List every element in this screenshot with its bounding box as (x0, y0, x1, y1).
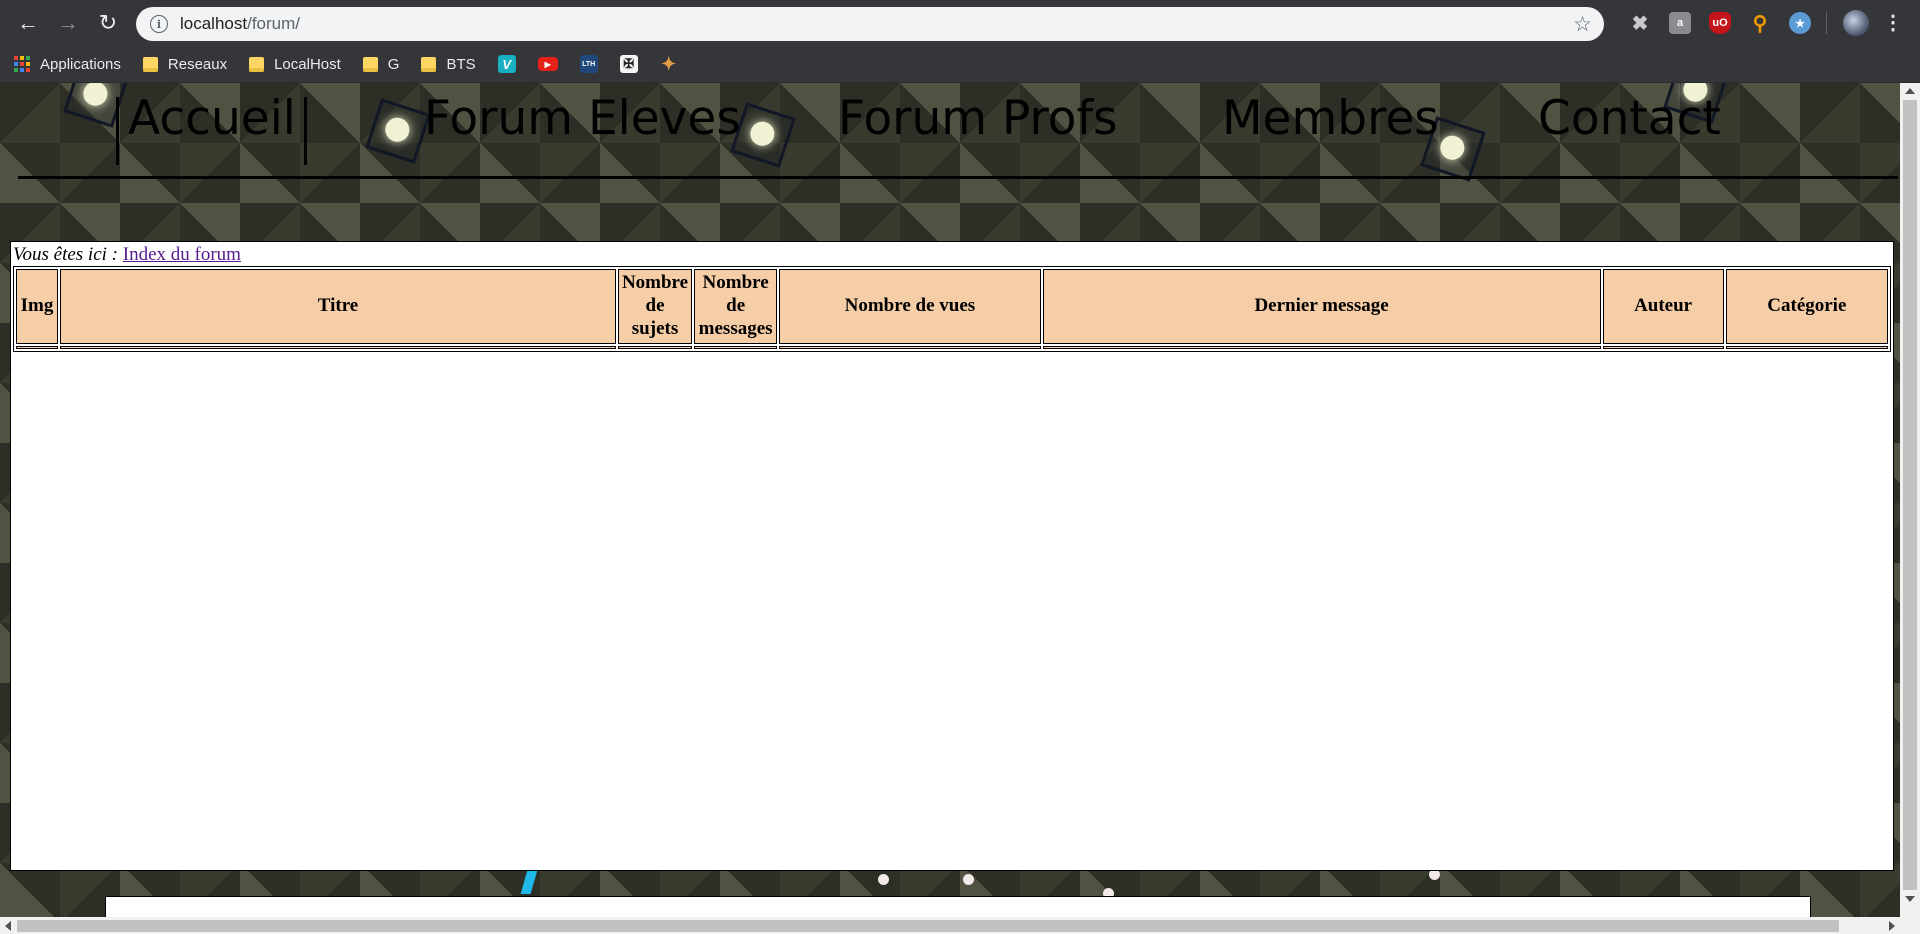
browser-toolbar: ← → ↻ i localhost/forum/ ☆ ✖ a uO ⚲ ★ ⋮ (0, 0, 1920, 46)
bookmarks-bar: Applications Reseaux LocalHost G BTS V ▶… (0, 46, 1920, 83)
header-img: Img (16, 269, 59, 344)
bookmark-label: G (387, 55, 400, 73)
site-bookmark-icon: ✠ (619, 55, 638, 73)
breadcrumb: Vous êtes ici : Index du forum (13, 244, 241, 266)
header-nombre-sujets: Nombre de sujets (617, 269, 693, 344)
footer-panel (105, 896, 1811, 918)
table-cell (16, 346, 59, 349)
key-extension-icon[interactable]: ⚲ (1749, 12, 1771, 35)
bookmark-label: Reseaux (167, 55, 228, 73)
header-auteur: Auteur (1602, 269, 1724, 344)
horizontal-scroll-thumb[interactable] (17, 920, 1839, 932)
folder-icon (362, 56, 378, 72)
forum-table: Img Titre Nombre de sujets Nombre de message… (13, 266, 1891, 352)
nav-link-forum-eleves[interactable]: Forum Eleves (424, 93, 741, 145)
folder-icon (142, 56, 158, 72)
table-cell (1725, 346, 1888, 349)
bookmark-lth[interactable]: LTH (579, 50, 606, 78)
profile-avatar[interactable] (1843, 10, 1869, 36)
horizontal-scrollbar[interactable] (0, 917, 1920, 934)
breadcrumb-link-index[interactable]: Index du forum (123, 244, 241, 265)
bookmark-applications[interactable]: Applications (14, 50, 129, 78)
cyan-decoration (520, 870, 538, 894)
scroll-right-arrow-icon[interactable] (1889, 921, 1895, 931)
table-row (16, 346, 1888, 349)
bookmark-youtube[interactable]: ▶ (537, 50, 566, 78)
site-navigation: Accueil Forum Eleves Forum Profs Membres… (0, 93, 1900, 165)
bookmark-star-icon[interactable]: ☆ (1573, 12, 1592, 37)
bookmark-folder-bts[interactable]: BTS (421, 50, 483, 78)
forward-icon[interactable]: → (50, 5, 86, 41)
bookmark-folder-g[interactable]: G (362, 50, 408, 78)
shopping-bag-extension-icon[interactable]: a (1669, 12, 1691, 34)
browser-menu-icon[interactable]: ⋮ (1883, 13, 1903, 33)
vertical-scroll-thumb[interactable] (1903, 100, 1917, 890)
header-titre: Titre (60, 269, 616, 344)
scroll-up-arrow-icon[interactable] (1905, 88, 1915, 94)
bookmark-folder-localhost[interactable]: LocalHost (249, 50, 349, 78)
nav-link-membres[interactable]: Membres (1222, 93, 1439, 145)
vertical-scrollbar[interactable] (1900, 83, 1920, 917)
header-categorie: Catégorie (1725, 269, 1888, 344)
forum-content-panel: Vous êtes ici : Index du forum Img Titre… (10, 241, 1894, 871)
header-dernier-message: Dernier message (1042, 269, 1601, 344)
bookmark-label: BTS (446, 55, 476, 73)
star-extension-icon[interactable]: ★ (1789, 12, 1811, 34)
scroll-down-arrow-icon[interactable] (1905, 896, 1915, 902)
light-dot-decoration (963, 874, 974, 885)
folder-icon (421, 56, 437, 72)
bookmark-label: LocalHost (274, 55, 341, 73)
youtube-bookmark-icon: ▶ (537, 57, 558, 71)
table-cell (1042, 346, 1601, 349)
puzzle-bookmark-icon: ✦ (661, 53, 677, 74)
nav-divider (116, 97, 119, 165)
nav-link-accueil[interactable]: Accueil (128, 93, 296, 145)
lth-bookmark-icon: LTH (579, 55, 598, 73)
ublock-extension-icon[interactable]: uO (1709, 12, 1731, 34)
info-icon[interactable]: i (150, 15, 168, 33)
bookmark-label: Applications (40, 55, 121, 73)
banner-separator (18, 176, 1898, 179)
nav-link-contact[interactable]: Contact (1538, 93, 1721, 145)
header-nombre-vues: Nombre de vues (779, 269, 1041, 344)
table-cell (60, 346, 616, 349)
page-viewport: Accueil Forum Eleves Forum Profs Membres… (0, 83, 1920, 934)
bookmark-puzzle[interactable]: ✦ (660, 50, 686, 78)
table-cell (694, 346, 778, 349)
table-cell (779, 346, 1041, 349)
header-nombre-messages: Nombre de messages (694, 269, 778, 344)
extensions-area: ✖ a uO ⚲ ★ ⋮ (1620, 0, 1903, 46)
address-bar[interactable]: i localhost/forum/ ☆ (136, 7, 1604, 41)
url-text[interactable]: localhost/forum/ (180, 14, 300, 34)
table-header-row: Img Titre Nombre de sujets Nombre de message… (16, 269, 1888, 344)
bookmark-folder-reseaux[interactable]: Reseaux (142, 50, 235, 78)
breadcrumb-lead: Vous êtes ici : (13, 244, 119, 265)
table-cell (1602, 346, 1724, 349)
nav-link-forum-profs[interactable]: Forum Profs (838, 93, 1118, 145)
light-dot-decoration (878, 874, 889, 885)
toolbar-divider (1826, 12, 1827, 34)
puzzle-extension-icon[interactable]: ✖ (1629, 12, 1651, 35)
scroll-left-arrow-icon[interactable] (5, 921, 11, 931)
bookmark-site[interactable]: ✠ (619, 50, 646, 78)
table-cell (617, 346, 693, 349)
nav-divider (304, 97, 307, 165)
v-bookmark-icon: V (497, 55, 516, 73)
apps-grid-icon (14, 56, 30, 72)
folder-icon (249, 56, 265, 72)
back-icon[interactable]: ← (10, 5, 46, 41)
bookmark-v[interactable]: V (497, 50, 524, 78)
reload-icon[interactable]: ↻ (90, 5, 126, 41)
